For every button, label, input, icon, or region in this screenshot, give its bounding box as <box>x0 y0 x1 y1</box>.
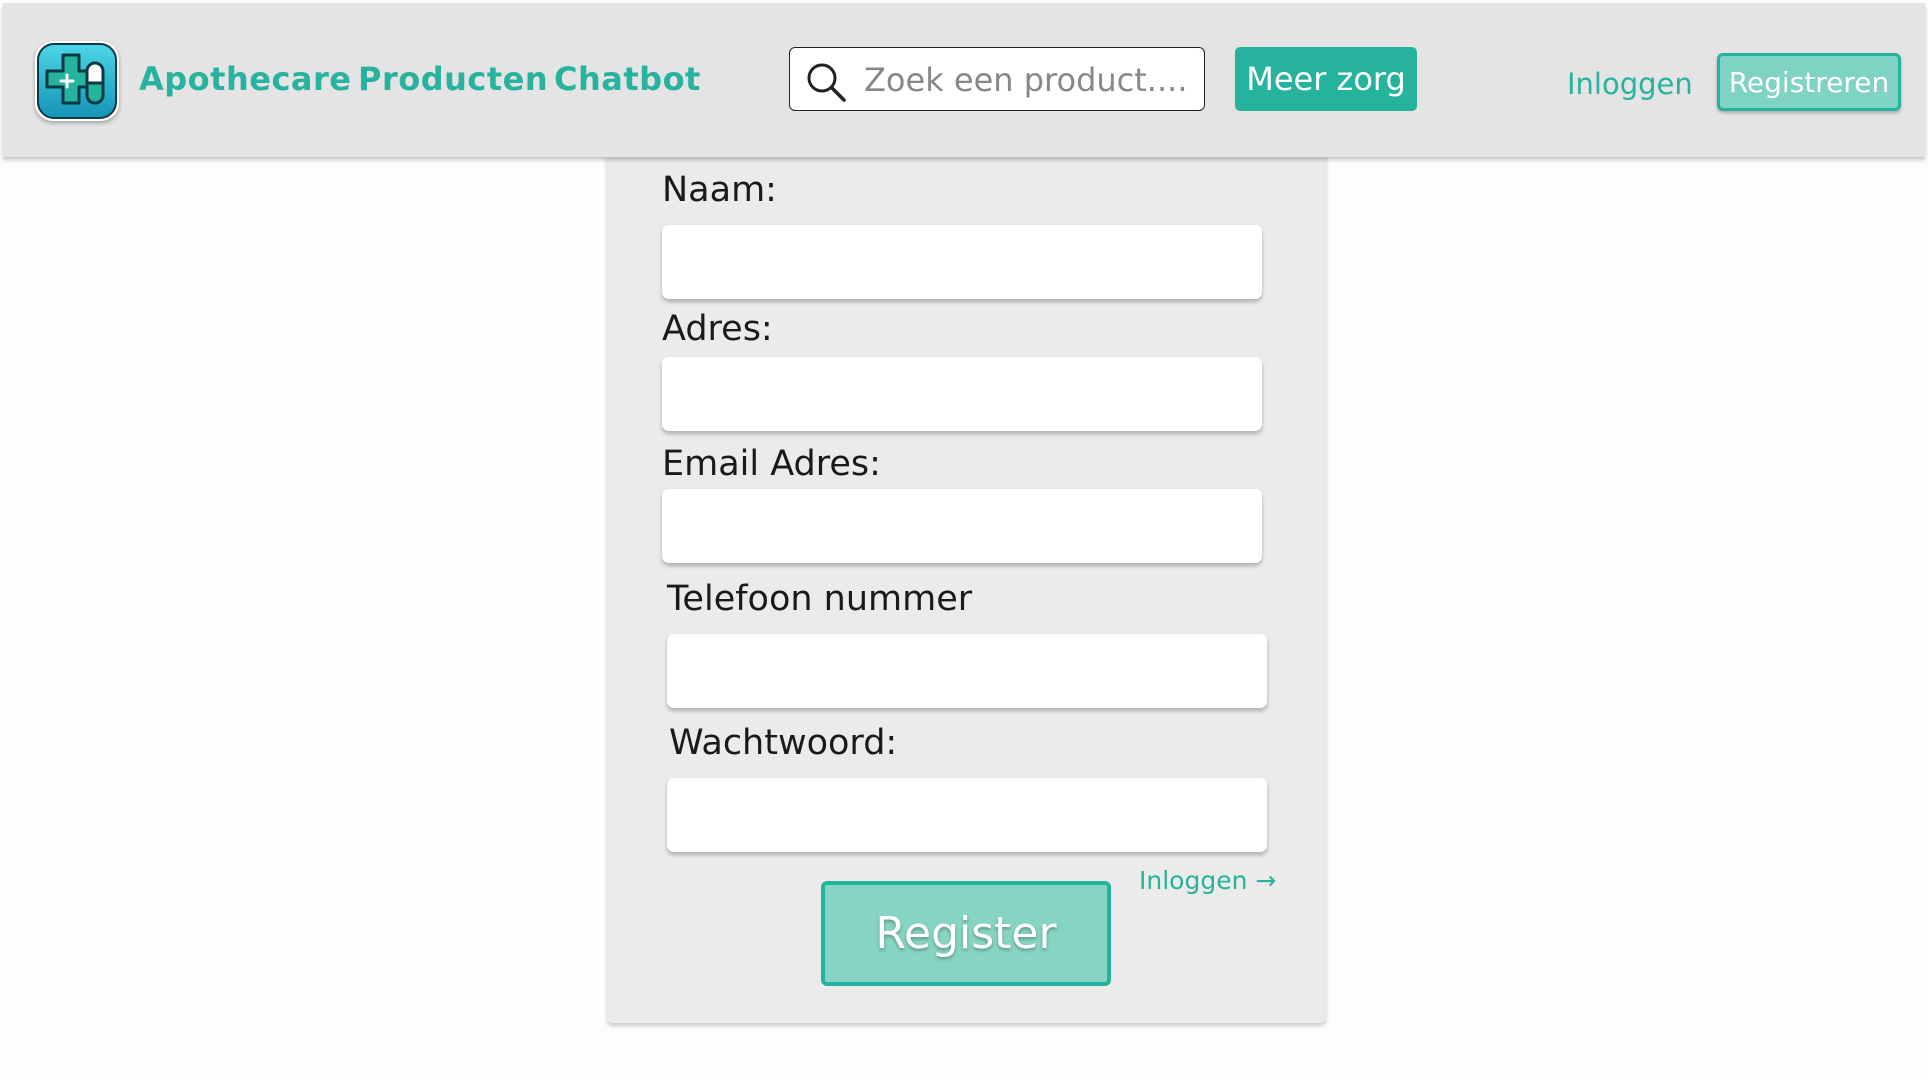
search-box <box>789 47 1205 111</box>
phone-label: Telefoon nummer <box>667 579 973 619</box>
address-input[interactable] <box>662 357 1262 431</box>
meer-zorg-button[interactable]: Meer zorg <box>1235 47 1417 111</box>
nav-link-producten[interactable]: Producten <box>358 59 548 99</box>
address-label: Adres: <box>662 309 773 349</box>
login-arrow-link[interactable]: Inloggen → <box>1139 866 1276 895</box>
register-submit-button[interactable]: Register <box>821 881 1111 986</box>
email-input[interactable] <box>662 489 1262 563</box>
register-nav-button[interactable]: Registreren <box>1717 53 1901 111</box>
login-link[interactable]: Inloggen <box>1567 67 1693 101</box>
email-label: Email Adres: <box>662 444 881 484</box>
name-label: Naam: <box>662 170 777 210</box>
search-icon <box>804 60 848 108</box>
nav-link-chatbot[interactable]: Chatbot <box>554 59 701 99</box>
password-input[interactable] <box>667 778 1267 852</box>
phone-input[interactable] <box>667 634 1267 708</box>
logo-icon[interactable] <box>35 41 119 121</box>
password-label: Wachtwoord: <box>669 723 898 763</box>
search-input[interactable] <box>862 56 1196 104</box>
name-input[interactable] <box>662 225 1262 299</box>
top-navbar: Apothecare Producten Chatbot Meer zorg I… <box>3 3 1925 157</box>
brand-link[interactable]: Apothecare <box>139 59 351 99</box>
